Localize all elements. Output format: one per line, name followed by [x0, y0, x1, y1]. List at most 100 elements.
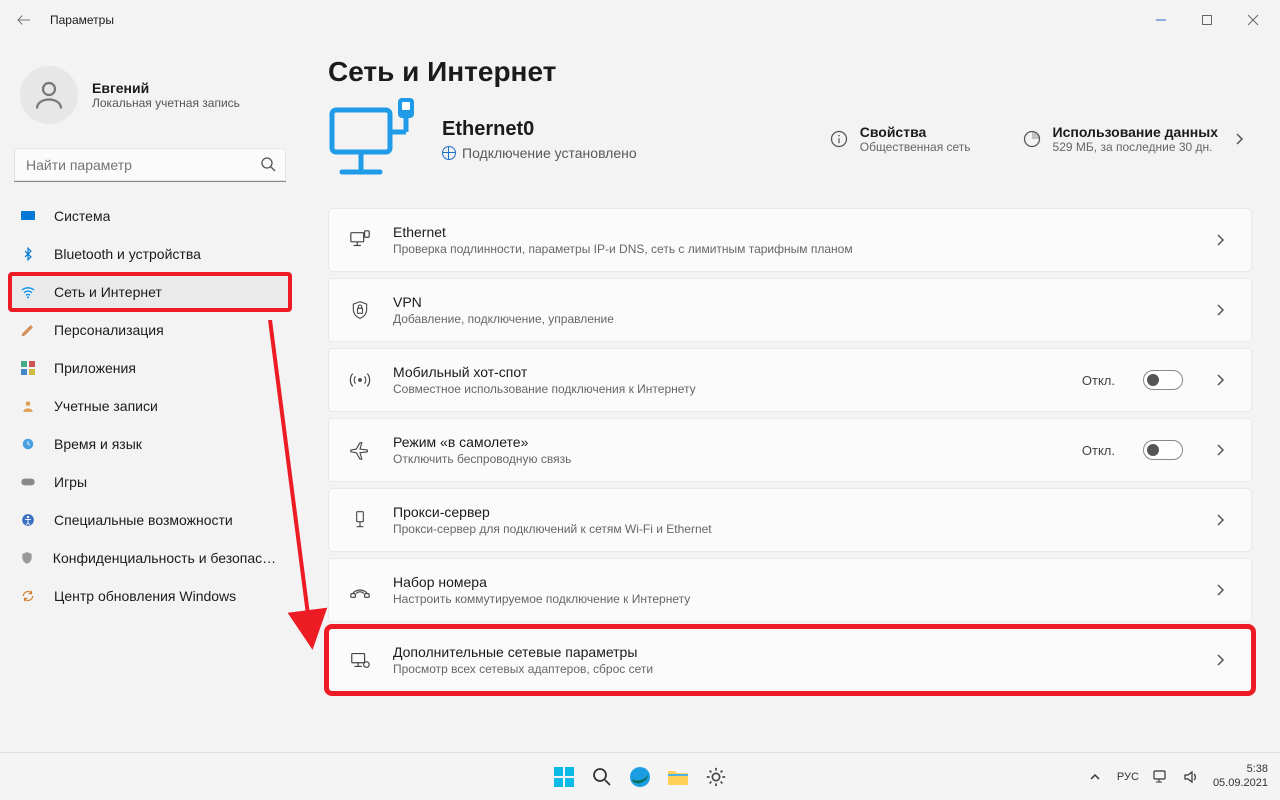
proxy-icon [347, 509, 373, 531]
chevron-right-icon [1215, 583, 1233, 597]
nav-accounts[interactable]: Учетные записи [10, 388, 290, 424]
nav-label: Конфиденциальность и безопасность [53, 550, 280, 566]
chevron-right-icon [1215, 653, 1233, 667]
nav-update[interactable]: Центр обновления Windows [10, 578, 290, 614]
search-input[interactable] [14, 148, 286, 182]
search-icon [260, 156, 276, 172]
card-sub: Просмотр всех сетевых адаптеров, сброс с… [393, 662, 1195, 676]
nav-label: Персонализация [54, 322, 164, 338]
connection-name: Ethernet0 [442, 118, 637, 141]
close-button[interactable] [1230, 4, 1276, 36]
avatar [20, 66, 78, 124]
accessibility-icon [20, 512, 36, 528]
maximize-button[interactable] [1184, 4, 1230, 36]
nav-network[interactable]: Сеть и Интернет [10, 274, 290, 310]
nav-privacy[interactable]: Конфиденциальность и безопасность [10, 540, 290, 576]
hotspot-toggle[interactable] [1143, 370, 1183, 390]
chevron-right-icon [1215, 233, 1233, 247]
card-title: VPN [393, 294, 1195, 310]
card-advanced-network[interactable]: Дополнительные сетевые параметры Просмотр… [328, 628, 1252, 692]
nav-system[interactable]: Система [10, 198, 290, 234]
airplane-toggle[interactable] [1143, 440, 1183, 460]
airplane-icon [347, 439, 373, 461]
globe-icon [442, 146, 456, 160]
card-title: Режим «в самолете» [393, 434, 1062, 450]
card-proxy[interactable]: Прокси-сервер Прокси-сервер для подключен… [328, 488, 1252, 552]
card-dialup[interactable]: Набор номераНастроить коммутируемое подк… [328, 558, 1252, 622]
nav-personalization[interactable]: Персонализация [10, 312, 290, 348]
minimize-button[interactable] [1138, 4, 1184, 36]
connection-status: Подключение установлено [442, 145, 637, 161]
nav-label: Центр обновления Windows [54, 588, 236, 604]
dialup-icon [347, 580, 373, 600]
connection-status-text: Подключение установлено [462, 145, 637, 161]
toggle-label: Откл. [1082, 443, 1115, 458]
brush-icon [20, 322, 36, 338]
language-indicator[interactable]: РУС [1117, 771, 1139, 783]
date-text: 05.09.2021 [1213, 777, 1268, 790]
chevron-right-icon [1234, 132, 1252, 146]
usage-icon [1021, 128, 1043, 150]
update-icon [20, 588, 36, 604]
card-vpn[interactable]: VPN Добавление, подключение, управление [328, 278, 1252, 342]
back-button[interactable] [4, 0, 44, 40]
toggle-label: Откл. [1082, 373, 1115, 388]
system-tray: РУС 5:38 05.09.2021 [1087, 763, 1280, 789]
card-sub: Добавление, подключение, управление [393, 312, 1195, 326]
account-subtitle: Локальная учетная запись [92, 96, 240, 110]
card-sub: Отключить беспроводную связь [393, 452, 1062, 466]
nav-label: Учетные записи [54, 398, 158, 414]
window-title: Параметры [50, 13, 114, 27]
bluetooth-icon [20, 246, 36, 262]
properties-block[interactable]: Свойства Общественная сеть [828, 124, 971, 154]
nav-label: Время и язык [54, 436, 142, 452]
start-button[interactable] [550, 763, 578, 791]
nav-accessibility[interactable]: Специальные возможности [10, 502, 290, 538]
props-sub: Общественная сеть [860, 140, 971, 154]
card-ethernet[interactable]: EthernetПроверка подлинности, параметры … [328, 208, 1252, 272]
props-title: Свойства [860, 124, 971, 140]
card-title: Прокси-сервер [393, 504, 1195, 520]
network-tray-icon[interactable] [1153, 769, 1169, 785]
time-text: 5:38 [1213, 763, 1268, 776]
card-sub: Прокси-сервер для подключений к сетям Wi… [393, 522, 1195, 536]
clock-icon [20, 436, 36, 452]
usage-block[interactable]: Использование данных 529 МБ, за последни… [1021, 124, 1252, 154]
nav-games[interactable]: Игры [10, 464, 290, 500]
tray-chevron-up-icon[interactable] [1087, 769, 1103, 785]
card-sub: Совместное использование подключения к И… [393, 382, 1062, 396]
system-icon [20, 208, 36, 224]
explorer-icon[interactable] [664, 763, 692, 791]
titlebar: Параметры [0, 0, 1280, 40]
nav-time[interactable]: Время и язык [10, 426, 290, 462]
nav-apps[interactable]: Приложения [10, 350, 290, 386]
network-status-row: Ethernet0 Подключение установлено Свойст… [328, 96, 1252, 182]
nav-label: Система [54, 208, 110, 224]
nav-label: Игры [54, 474, 87, 490]
taskbar: РУС 5:38 05.09.2021 [0, 752, 1280, 800]
nav-bluetooth[interactable]: Bluetooth и устройства [10, 236, 290, 272]
taskbar-search-button[interactable] [588, 763, 616, 791]
nav-label: Приложения [54, 360, 136, 376]
page-title: Сеть и Интернет [328, 56, 1252, 88]
card-sub: Настроить коммутируемое подключение к Ин… [393, 592, 1195, 606]
account-block[interactable]: Евгений Локальная учетная запись [0, 48, 300, 144]
search-box[interactable] [14, 148, 286, 182]
usage-sub: 529 МБ, за последние 30 дн. [1053, 140, 1218, 154]
account-name: Евгений [92, 80, 240, 96]
chevron-right-icon [1215, 373, 1233, 387]
taskbar-center [550, 763, 730, 791]
chevron-right-icon [1215, 513, 1233, 527]
edge-icon[interactable] [626, 763, 654, 791]
card-sub: Проверка подлинности, параметры IP-и DNS… [393, 242, 1195, 256]
card-hotspot[interactable]: Мобильный хот-спотСовместное использован… [328, 348, 1252, 412]
volume-tray-icon[interactable] [1183, 769, 1199, 785]
clock[interactable]: 5:38 05.09.2021 [1213, 763, 1268, 789]
ethernet-icon [347, 229, 373, 251]
card-title: Дополнительные сетевые параметры [393, 644, 1195, 660]
vpn-icon [347, 299, 373, 321]
nav-list: Система Bluetooth и устройства Сеть и Ин… [0, 196, 300, 616]
card-airplane[interactable]: Режим «в самолете» Отключить беспроводную… [328, 418, 1252, 482]
chevron-right-icon [1215, 443, 1233, 457]
settings-app-icon[interactable] [702, 763, 730, 791]
